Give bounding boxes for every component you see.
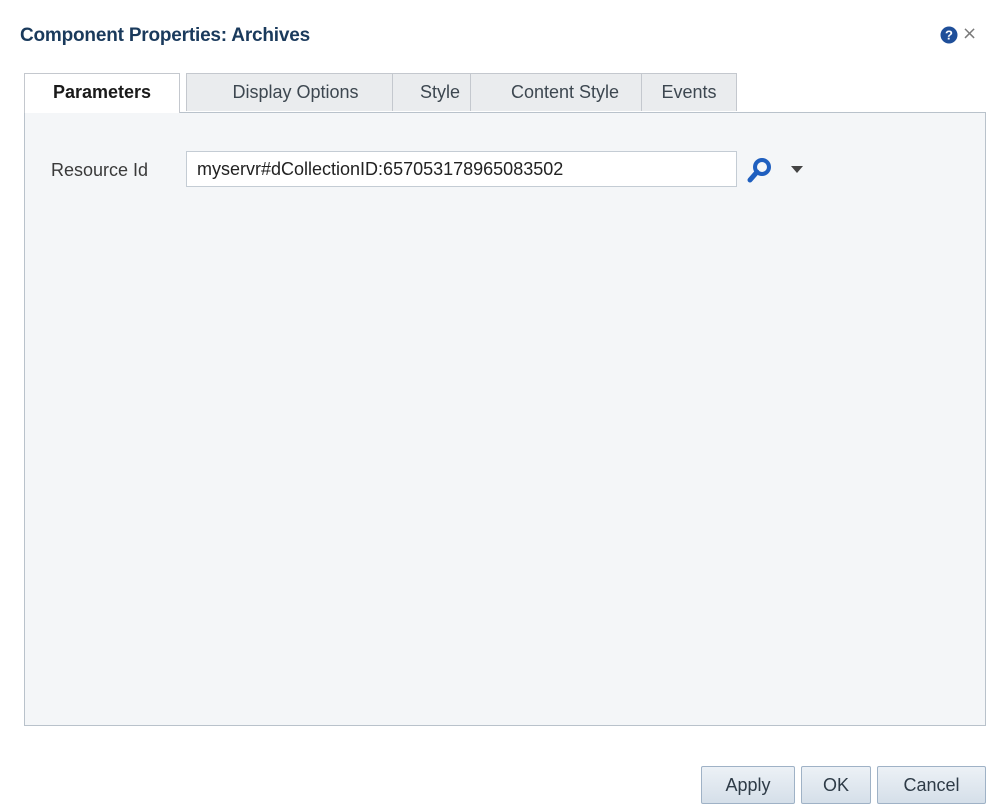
component-properties-dialog: Component Properties: Archives ? × Param… bbox=[0, 0, 992, 812]
tab-parameters[interactable]: Parameters bbox=[24, 73, 180, 113]
ok-button[interactable]: OK bbox=[801, 766, 871, 804]
resource-id-input[interactable] bbox=[186, 151, 737, 187]
apply-button[interactable]: Apply bbox=[701, 766, 795, 804]
tab-events[interactable]: Events bbox=[641, 73, 737, 111]
help-icon[interactable]: ? bbox=[940, 26, 958, 44]
tab-content-style[interactable]: Content Style bbox=[470, 73, 660, 111]
parameters-panel bbox=[24, 112, 986, 726]
cancel-button[interactable]: Cancel bbox=[877, 766, 986, 804]
dialog-title: Component Properties: Archives bbox=[20, 25, 310, 46]
resource-id-label: Resource Id bbox=[51, 160, 149, 180]
svg-text:?: ? bbox=[945, 28, 953, 43]
search-icon[interactable] bbox=[747, 157, 773, 183]
tab-display-options[interactable]: Display Options bbox=[186, 73, 405, 111]
chevron-down-icon[interactable] bbox=[791, 166, 803, 174]
close-icon[interactable]: × bbox=[962, 24, 977, 44]
